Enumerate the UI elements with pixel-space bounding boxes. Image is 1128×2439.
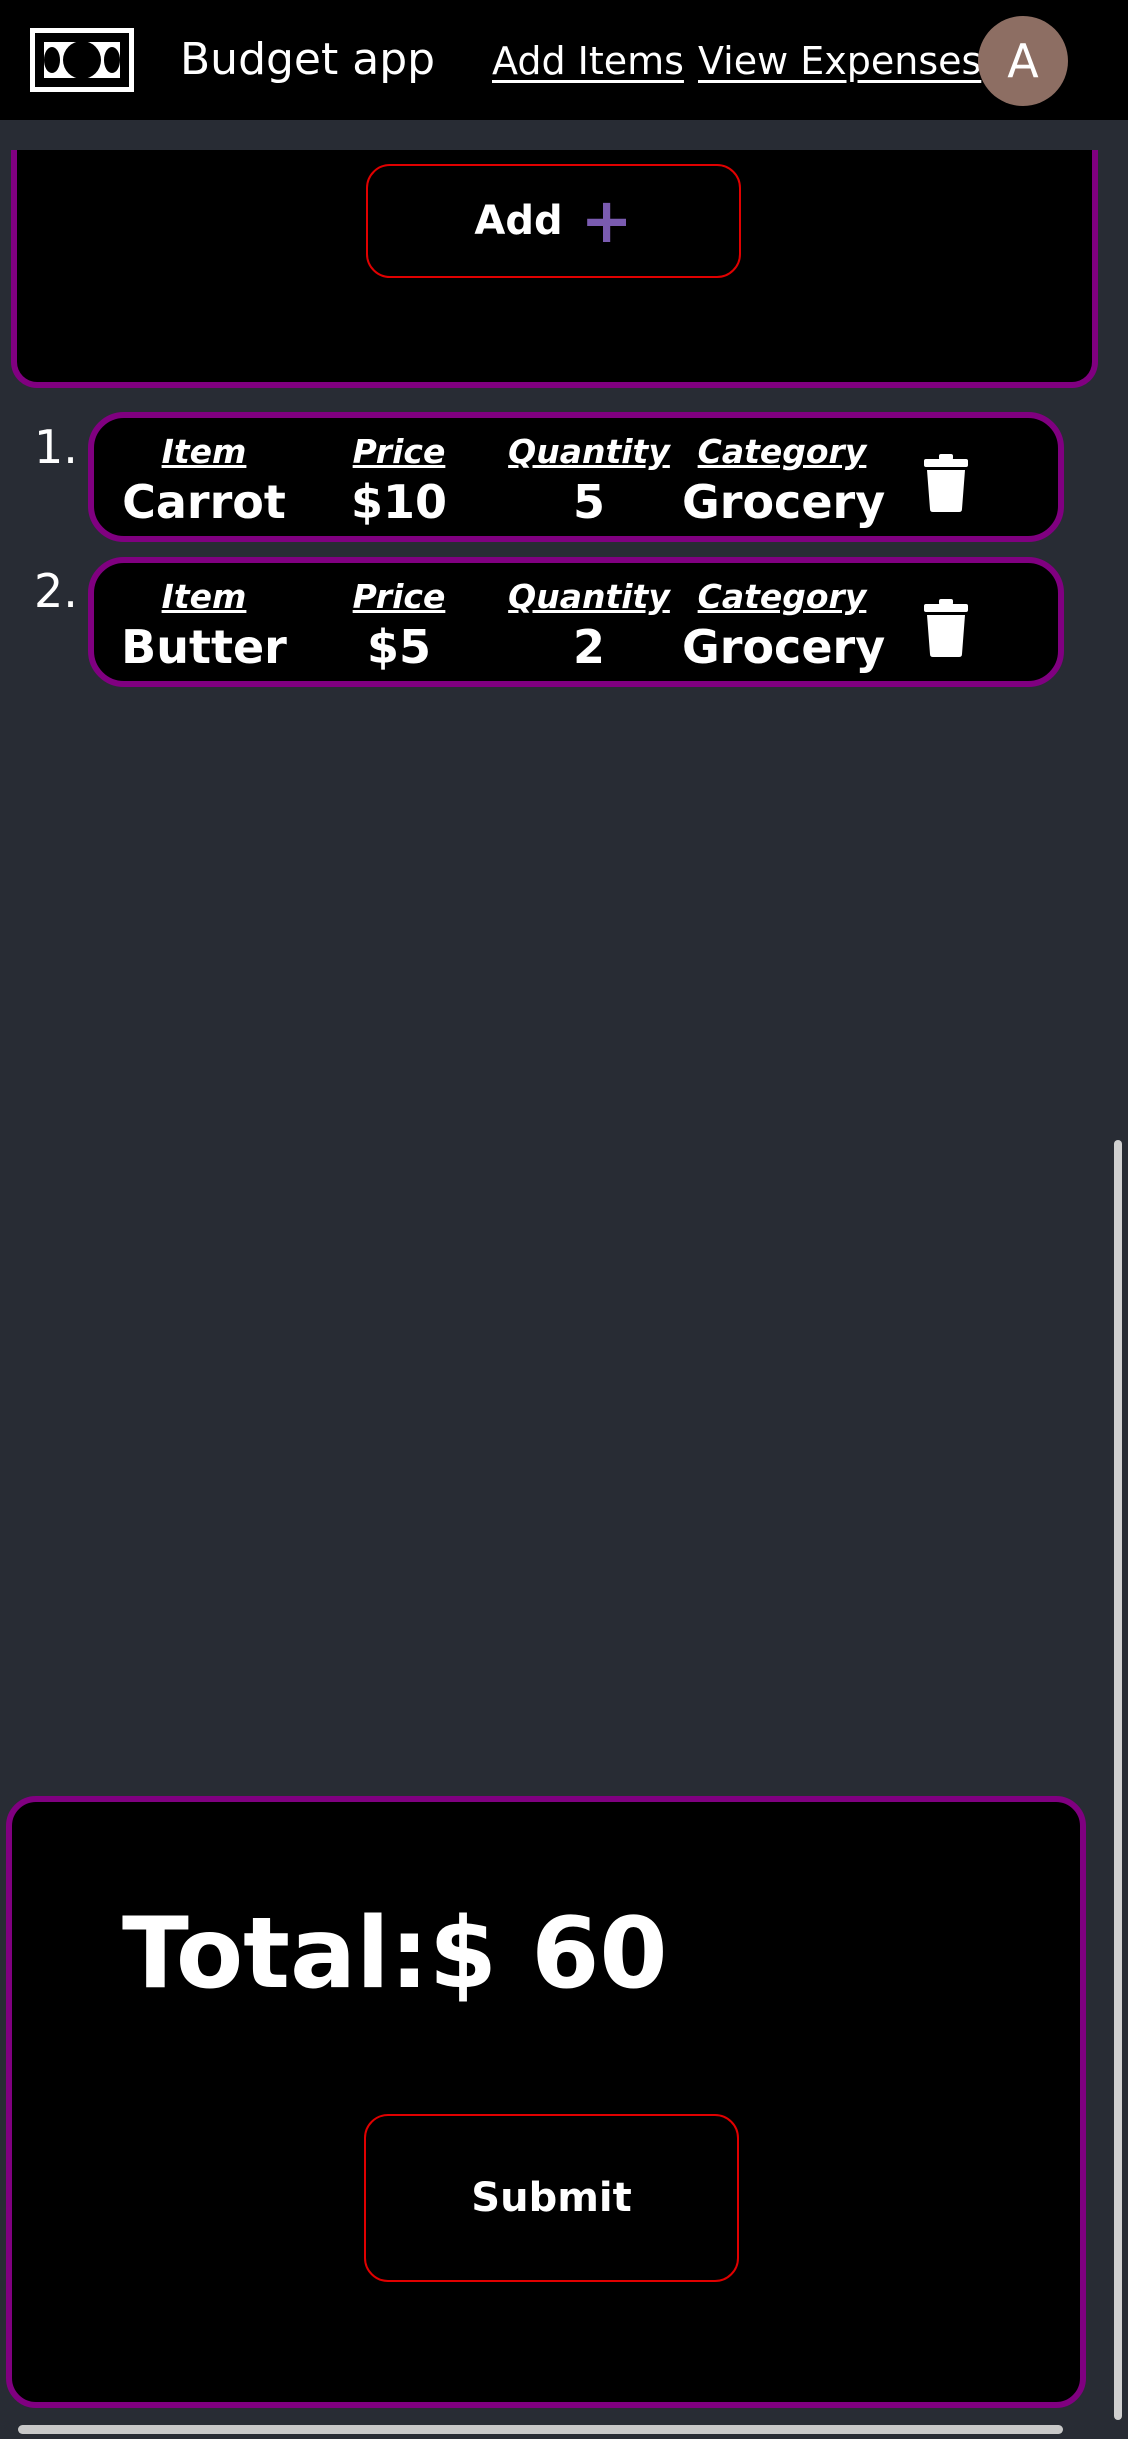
price-label: Price [352, 432, 446, 471]
item-field: Item Butter [94, 575, 314, 675]
money-bill-icon[interactable] [30, 28, 134, 92]
expense-row: Item Carrot Price $10 Quantity 5 Categor… [88, 412, 1064, 542]
navbar: Budget app Add Items View Expenses A [0, 0, 1128, 120]
trash-icon[interactable] [924, 599, 968, 657]
quantity-field: Quantity 5 [494, 430, 684, 530]
avatar[interactable]: A [978, 16, 1068, 106]
row-index: 1. [34, 420, 78, 474]
submit-button[interactable]: Submit [364, 2114, 739, 2282]
category-field: Category Grocery [682, 430, 886, 530]
quantity-label: Quantity [508, 577, 670, 616]
item-field: Item Carrot [94, 430, 314, 530]
price-label: Price [352, 577, 446, 616]
nav-link-add-items[interactable]: Add Items [492, 34, 684, 88]
category-field: Category Grocery [682, 575, 886, 675]
price-field: Price $5 [314, 575, 484, 675]
quantity-value: 5 [572, 475, 605, 529]
row-index: 2. [34, 564, 78, 618]
category-label: Category [697, 577, 867, 616]
trash-icon[interactable] [924, 454, 968, 512]
total-panel: Total:$ 60 Submit [6, 1796, 1086, 2408]
quantity-value: 2 [572, 620, 605, 674]
nav-link-view-expenses[interactable]: View Expenses [698, 34, 981, 88]
item-label: Item [161, 432, 247, 471]
item-label: Item [161, 577, 247, 616]
category-label: Category [697, 432, 867, 471]
plus-icon: + [580, 184, 633, 257]
category-value: Grocery [682, 475, 886, 529]
expense-row: Item Butter Price $5 Quantity 2 Category… [88, 557, 1064, 687]
price-field: Price $10 [314, 430, 484, 530]
vertical-scrollbar[interactable] [1114, 1140, 1122, 2420]
item-value: Butter [121, 620, 287, 674]
brand-title[interactable]: Budget app [180, 30, 435, 90]
quantity-label: Quantity [508, 432, 670, 471]
horizontal-scrollbar[interactable] [18, 2425, 1063, 2434]
item-value: Carrot [122, 475, 286, 529]
price-value: $5 [366, 620, 431, 674]
category-value: Grocery [682, 620, 886, 674]
add-button[interactable]: Add + [366, 164, 741, 278]
price-value: $10 [350, 475, 448, 529]
add-button-label: Add [474, 198, 563, 244]
quantity-field: Quantity 2 [494, 575, 684, 675]
total-amount: Total:$ 60 [122, 1897, 668, 2011]
